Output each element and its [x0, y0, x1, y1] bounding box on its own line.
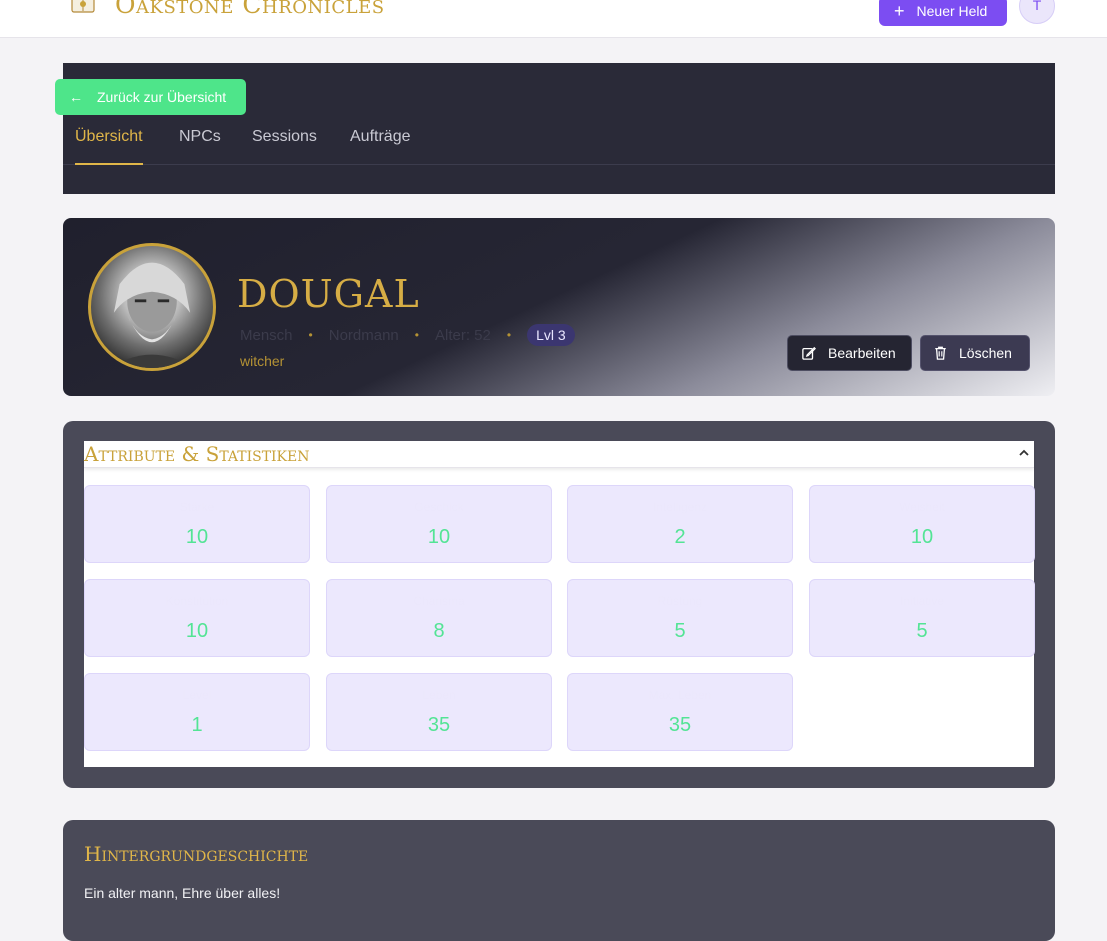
stat-card: Konstitution 10 [84, 579, 310, 657]
stat-card: Geschick 10 [326, 485, 552, 563]
stat-label: Charisma [413, 594, 465, 608]
arrow-left-icon: ← [69, 89, 83, 105]
stat-card: Max. Leben 35 [567, 673, 793, 751]
book-icon [71, 0, 95, 13]
backstory-title: Hintergrundgeschichte [84, 842, 309, 866]
stat-label: Geschick [414, 500, 464, 514]
hero-class: witcher [240, 353, 285, 369]
stat-label: Stärke [179, 500, 215, 514]
stat-card: Initiative 5 [809, 579, 1035, 657]
backstory-text: Ein alter mann, Ehre über alles! [84, 885, 281, 901]
hero-name: DOUGAL [237, 272, 420, 316]
tab-bar: Übersicht NPCs Sessions Aufträge [63, 128, 1055, 165]
portrait-image [110, 262, 194, 368]
attributes-content: Attribute & Statistiken Stärke 10 Geschi… [84, 441, 1035, 767]
stat-card: Intelligenz 2 [567, 485, 793, 563]
edit-icon [802, 346, 816, 360]
tab-quests[interactable]: Aufträge [350, 128, 410, 165]
level-badge: Lvl 3 [527, 324, 575, 346]
stat-card: Level 1 [84, 673, 310, 751]
stat-value: 8 [433, 620, 445, 642]
edit-button[interactable]: Bearbeiten [787, 335, 912, 371]
stat-value: 1 [191, 714, 203, 736]
stat-label: Rüstung [657, 594, 703, 608]
separator-dot: • [308, 328, 313, 342]
attributes-header[interactable]: Attribute & Statistiken [84, 441, 1034, 468]
tab-npcs[interactable]: NPCs [179, 128, 221, 165]
stat-value: 10 [185, 620, 209, 642]
hero-origin: Nordmann [328, 326, 399, 344]
edit-label: Bearbeiten [828, 345, 896, 361]
brand-title[interactable]: Oakstone Chronicles [115, 0, 385, 19]
chevron-up-icon[interactable] [1018, 447, 1030, 459]
plus-icon: + [894, 1, 905, 21]
hero-race: Mensch [240, 326, 293, 344]
attributes-title: Attribute & Statistiken [84, 442, 310, 466]
stat-card: Leben 35 [326, 673, 552, 751]
stat-label: Leben [422, 688, 456, 702]
hero-age: Alter: 52 [434, 326, 491, 344]
stat-label: Initiative [899, 594, 945, 608]
stat-value: 2 [674, 526, 686, 548]
stat-value: 35 [668, 714, 692, 736]
stat-value: 5 [674, 620, 686, 642]
stat-label: Intelligenz [652, 500, 708, 514]
stat-label: Weisheit [899, 500, 945, 514]
tab-sessions[interactable]: Sessions [252, 128, 317, 165]
separator-dot: • [414, 328, 419, 342]
stat-value: 5 [916, 620, 928, 642]
stat-label: Level [182, 688, 212, 702]
back-to-overview-button[interactable]: ← Zurück zur Übersicht [55, 79, 246, 115]
top-bar: Oakstone Chronicles + Neuer Held T [0, 0, 1107, 38]
stat-value: 10 [185, 526, 209, 548]
stat-card: Stärke 10 [84, 485, 310, 563]
stat-value: 10 [910, 526, 934, 548]
trash-icon [935, 346, 946, 360]
stat-card: Rüstung 5 [567, 579, 793, 657]
backstory-panel [63, 820, 1055, 941]
tab-overview[interactable]: Übersicht [75, 128, 143, 165]
back-label: Zurück zur Übersicht [97, 89, 227, 105]
user-avatar[interactable]: T [1019, 0, 1055, 24]
hero-portrait [88, 243, 216, 371]
hero-meta: Mensch • Nordmann • Alter: 52 • Lvl 3 [240, 323, 575, 347]
separator-dot: • [506, 328, 512, 342]
delete-button[interactable]: Löschen [920, 335, 1030, 371]
stat-label: Max. Leben [648, 688, 712, 702]
stat-card: Weisheit 10 [809, 485, 1035, 563]
stat-label: Konstitution [165, 594, 229, 608]
new-hero-label: Neuer Held [916, 3, 988, 19]
stat-value: 35 [427, 714, 451, 736]
stat-card: Charisma 8 [326, 579, 552, 657]
stat-value: 10 [427, 526, 451, 548]
delete-label: Löschen [959, 345, 1012, 361]
new-hero-button[interactable]: + Neuer Held [879, 0, 1007, 26]
